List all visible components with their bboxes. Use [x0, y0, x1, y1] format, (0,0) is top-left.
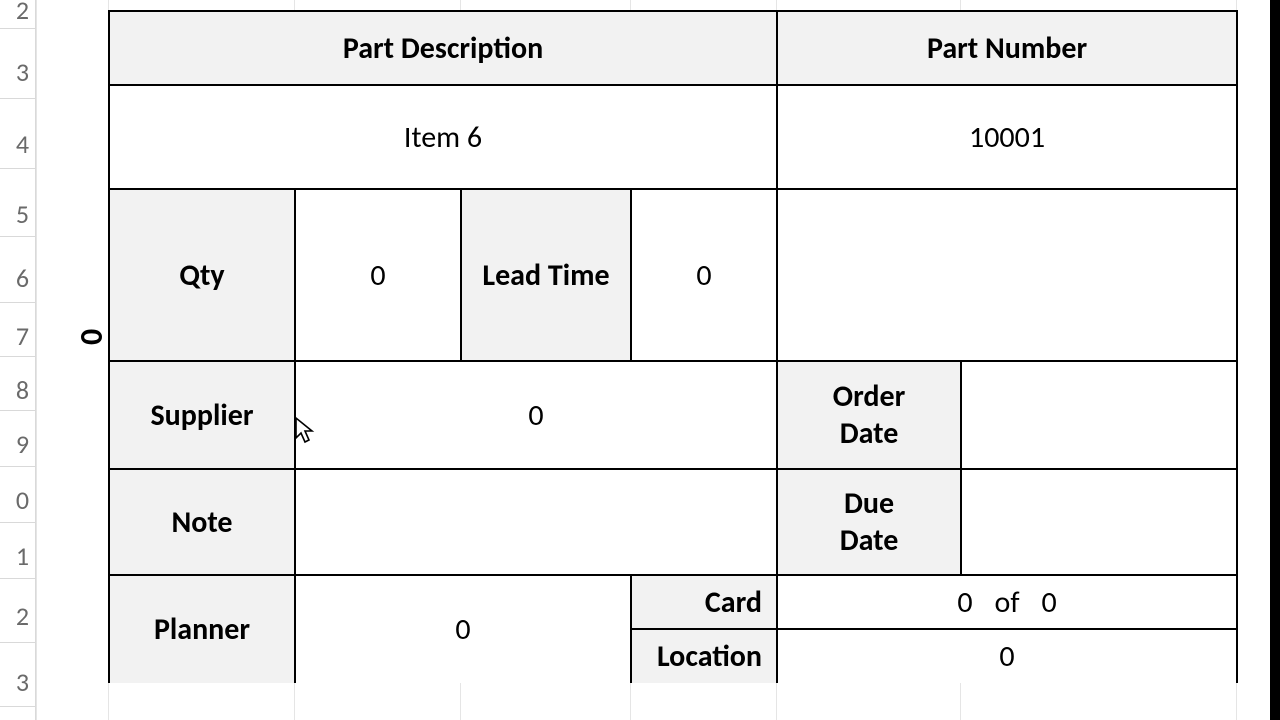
value-due-date[interactable]	[961, 469, 1237, 575]
value-location[interactable]: 0	[777, 629, 1237, 683]
kanban-card: Part Description Part Number Item 6 1000…	[108, 10, 1236, 683]
value-planner[interactable]: 0	[295, 575, 631, 683]
viewport-right-edge	[1270, 0, 1280, 720]
label-location: Location	[631, 629, 777, 683]
label-due-date: Due Date	[777, 469, 961, 575]
value-order-date[interactable]	[961, 361, 1237, 469]
label-note: Note	[109, 469, 295, 575]
label-lead-time: Lead Time	[461, 189, 631, 361]
row-num: 3	[16, 56, 29, 88]
value-qty[interactable]: 0	[295, 189, 461, 361]
value-supplier[interactable]: 0	[295, 361, 777, 469]
row-num: 5	[16, 198, 29, 230]
value-part-number[interactable]: 10001	[777, 85, 1237, 189]
label-card: Card	[631, 575, 777, 629]
header-part-description: Part Description	[109, 11, 777, 85]
row-num: 7	[16, 320, 29, 352]
value-card-of[interactable]: 0 of 0	[777, 575, 1237, 629]
row-num: 9	[16, 428, 29, 460]
row-num: 4	[16, 128, 29, 160]
card-side-index: 0	[72, 329, 111, 345]
row-num: 3	[16, 666, 29, 698]
row-num: 1	[16, 540, 29, 572]
label-supplier: Supplier	[109, 361, 295, 469]
row-num: 8	[16, 374, 29, 406]
row-num: 2	[16, 600, 29, 632]
label-order-date: Order Date	[777, 361, 961, 469]
row-num: 0	[16, 484, 29, 516]
value-note[interactable]	[295, 469, 777, 575]
label-qty: Qty	[109, 189, 295, 361]
blank-upper-right[interactable]	[777, 189, 1237, 361]
label-planner: Planner	[109, 575, 295, 683]
value-lead-time[interactable]: 0	[631, 189, 777, 361]
value-part-description[interactable]: Item 6	[109, 85, 777, 189]
header-part-number: Part Number	[777, 11, 1237, 85]
row-num: 6	[16, 262, 29, 294]
row-num: 2	[16, 0, 29, 26]
row-headers: 2 3 4 5 6 7 8 9 0 1 2 3	[0, 0, 36, 720]
